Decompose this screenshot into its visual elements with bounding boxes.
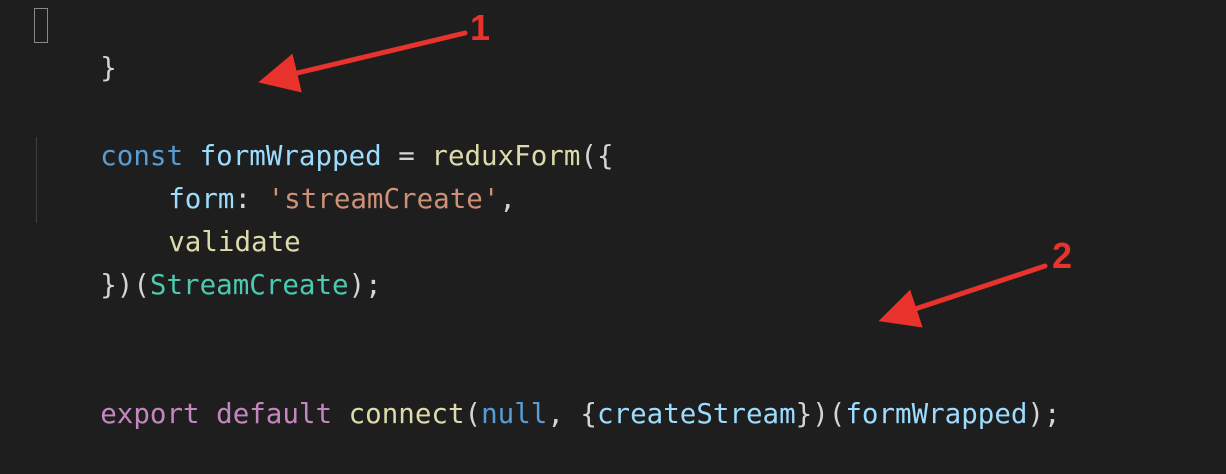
code-editor[interactable]: } const formWrapped = reduxForm({ form: … bbox=[0, 0, 1226, 474]
annotation-arrow-1 bbox=[258, 30, 468, 93]
annotation-overlay: 1 2 bbox=[258, 7, 1072, 328]
annotation-arrow-2 bbox=[878, 263, 1048, 328]
annotation-label-2: 2 bbox=[1052, 235, 1072, 276]
annotation-label-1: 1 bbox=[470, 7, 490, 48]
